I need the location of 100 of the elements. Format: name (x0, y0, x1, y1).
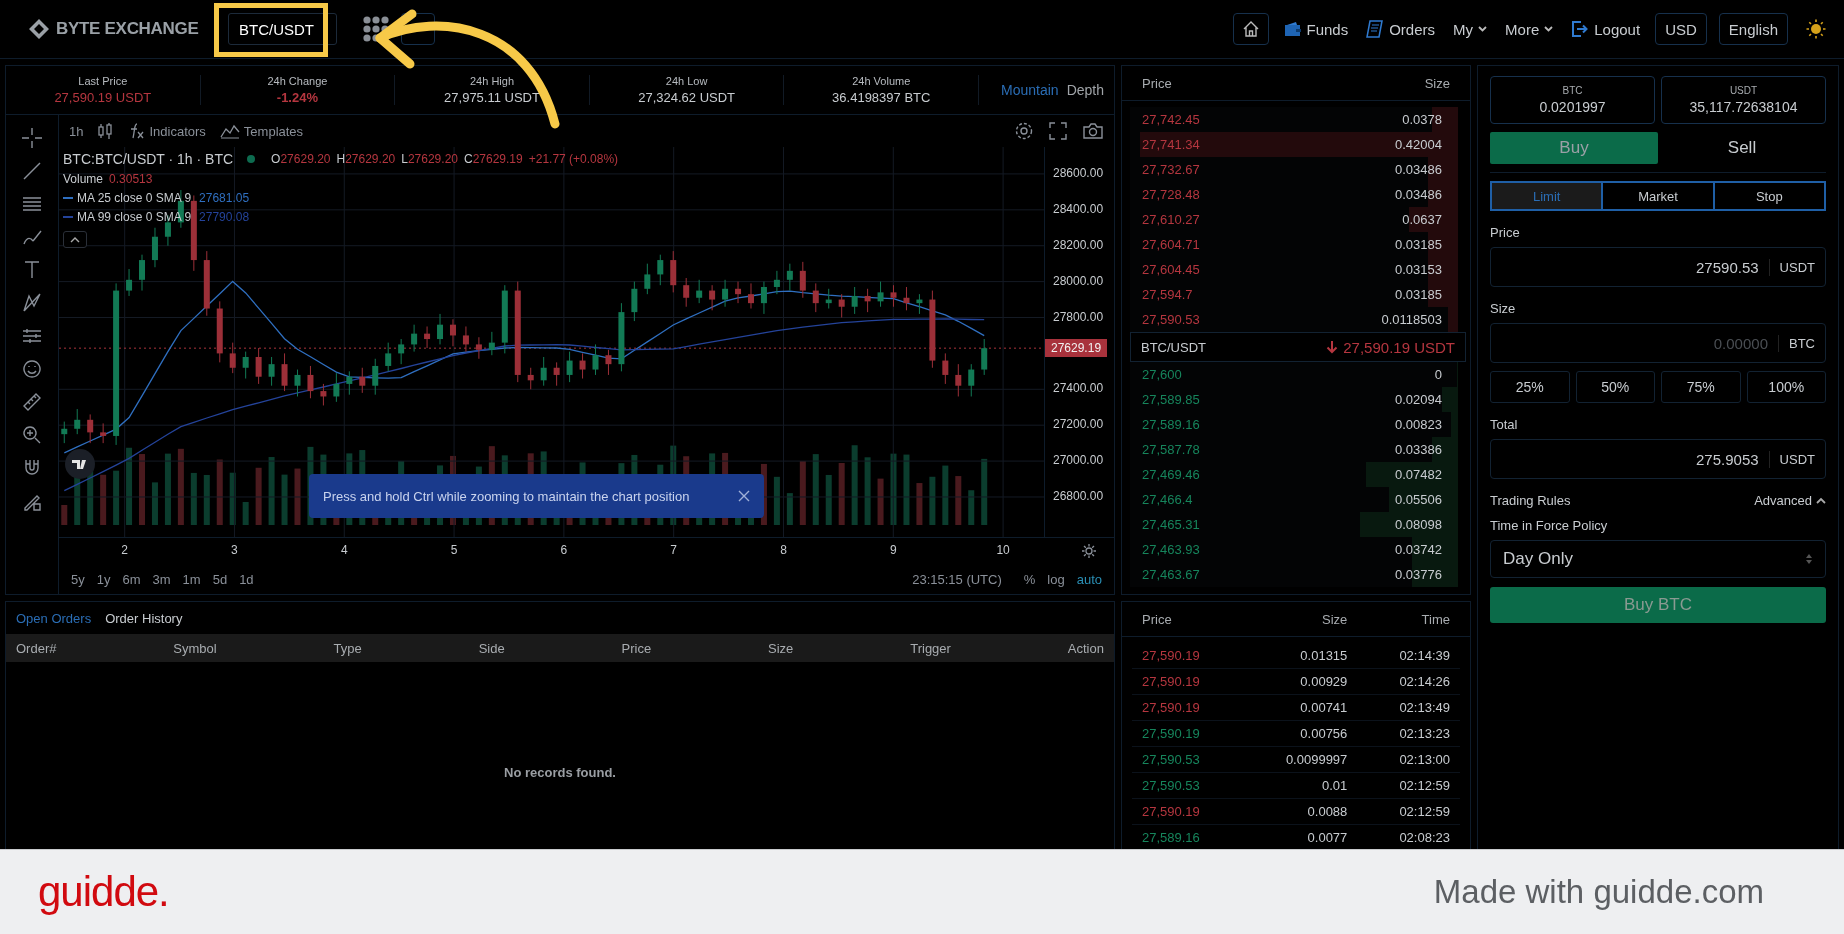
trade-price: 27,590.19 (1142, 804, 1201, 819)
orders-tab[interactable]: Open Orders (12, 610, 96, 626)
chart-mode-tab[interactable]: Depth (1064, 82, 1106, 98)
fullscreen-icon[interactable] (1048, 121, 1068, 141)
axis-label: 7 (669, 543, 678, 557)
candles-icon[interactable] (97, 122, 114, 140)
currency-button[interactable]: USD (1655, 13, 1707, 45)
pair-selector[interactable]: BTC/USDT (228, 13, 337, 45)
ask-price: 27,594.7 (1142, 287, 1193, 302)
price-input[interactable]: 27590.53 (1501, 258, 1770, 276)
zoom-in-icon[interactable] (21, 424, 43, 446)
column-header: Trigger (910, 640, 951, 656)
percent-button[interactable]: 25% (1490, 371, 1570, 403)
trend-line-icon[interactable] (21, 160, 43, 182)
column-header: Order# (16, 640, 57, 656)
last-price: 27,590.19 USDT (1343, 338, 1455, 356)
down-arrow-icon (1326, 340, 1339, 354)
settings-icon[interactable] (1081, 543, 1097, 559)
trade-time: 02:13:23 (1398, 726, 1450, 741)
candlestick (320, 383, 327, 406)
range-button[interactable]: 1d (235, 571, 258, 587)
axis-label: 27400.00 (1053, 381, 1104, 396)
column-header: Action (1067, 640, 1104, 656)
unit-label: USDT (1779, 451, 1815, 467)
home-button[interactable] (1232, 13, 1269, 45)
candlestick (268, 356, 275, 387)
scale-toggle[interactable]: % (1019, 571, 1040, 587)
balance-amount: 0.0201997 (1539, 99, 1606, 115)
axis-label: 27000.00 (1053, 453, 1104, 468)
stat-label: 24h Change (267, 75, 328, 87)
close-icon[interactable] (738, 490, 750, 502)
settings-icon[interactable] (1014, 121, 1034, 141)
candlestick (683, 277, 690, 308)
receipt-icon (1366, 20, 1385, 38)
input-field[interactable]: 0.00000 BTC (1490, 323, 1826, 363)
percent-button[interactable]: 50% (1575, 371, 1655, 403)
range-button[interactable]: 3m (148, 571, 175, 587)
percent-button[interactable]: 100% (1746, 371, 1826, 403)
percent-button[interactable]: 75% (1661, 371, 1741, 403)
order-size: 0.03742 (1395, 542, 1442, 557)
size-input[interactable]: 0.00000 (1501, 334, 1779, 352)
input-field[interactable]: 275.9053 USDT (1490, 439, 1826, 479)
order-size: 0.03185 (1395, 237, 1442, 252)
total-input[interactable]: 275.9053 (1501, 450, 1770, 468)
nav-link[interactable]: Logout (1568, 20, 1644, 38)
advanced-toggle[interactable]: Advanced (1754, 493, 1826, 508)
templates-button[interactable]: Templates (219, 123, 304, 139)
camera-icon[interactable] (1082, 121, 1104, 141)
smiley-icon[interactable] (21, 358, 43, 380)
input-field[interactable]: 27590.53 USDT (1490, 247, 1826, 287)
trade-time: 02:13:49 (1398, 700, 1450, 715)
interval-button[interactable]: 1h (69, 123, 84, 139)
sun-icon[interactable] (1806, 19, 1826, 39)
candlestick (488, 331, 495, 356)
order-size: 0.03386 (1395, 442, 1442, 457)
column-header: Symbol (173, 640, 217, 656)
trade-size: 0.01315 (1299, 648, 1348, 663)
candlestick (566, 351, 573, 383)
chart-mode-tab[interactable]: Mountain (999, 82, 1061, 98)
ask-price: 27,604.45 (1142, 262, 1200, 277)
crosshair-icon[interactable] (21, 127, 43, 149)
ask-price: 27,732.67 (1142, 162, 1200, 177)
candlestick (294, 369, 301, 397)
ask-price: 27,742.45 (1142, 112, 1200, 127)
range-button[interactable]: 1y (92, 571, 115, 587)
grid-icon[interactable] (363, 16, 389, 42)
scale-toggle[interactable]: log (1043, 571, 1069, 587)
candlestick (981, 338, 988, 376)
home-icon (1241, 20, 1260, 38)
axis-label: 28000.00 (1053, 273, 1104, 288)
footer-logo: guidde. (38, 868, 169, 916)
candlestick (398, 338, 405, 365)
candlestick (424, 325, 431, 349)
menu-dropdown[interactable]: More (1502, 20, 1557, 38)
price-change: +21.77 (+0.08%) (528, 152, 619, 166)
range-button[interactable]: 5y (67, 571, 89, 587)
select-field[interactable]: Day Only (1490, 540, 1826, 578)
range-button[interactable]: 5d (208, 571, 232, 587)
indicators-button[interactable]: Indicators (127, 122, 206, 140)
nav-link[interactable]: Funds (1280, 20, 1352, 38)
candlestick (592, 343, 599, 376)
order-size: 0.00823 (1395, 417, 1442, 432)
pattern-icon[interactable] (21, 292, 43, 314)
range-button[interactable]: 6m (118, 571, 145, 587)
collapse-button[interactable] (63, 231, 87, 248)
trade-time: 02:08:23 (1398, 830, 1450, 845)
range-button[interactable]: 1m (178, 571, 205, 587)
menu-dropdown[interactable]: My (1450, 20, 1491, 38)
orders-tab[interactable]: Order History (101, 610, 187, 626)
ruler-icon[interactable] (21, 391, 43, 413)
axis-label: 27200.00 (1053, 417, 1104, 432)
side-tab[interactable]: Sell (1658, 132, 1826, 164)
nav-link[interactable]: Orders (1363, 20, 1439, 38)
candlestick (61, 421, 68, 444)
empty-message: No records found. (504, 764, 616, 780)
language-button[interactable]: English (1718, 13, 1788, 45)
scale-toggle[interactable]: auto (1072, 571, 1106, 587)
candlestick (579, 352, 586, 380)
trading-rules-link[interactable]: Trading Rules (1490, 493, 1571, 508)
sort-arrows-icon (1805, 553, 1813, 565)
